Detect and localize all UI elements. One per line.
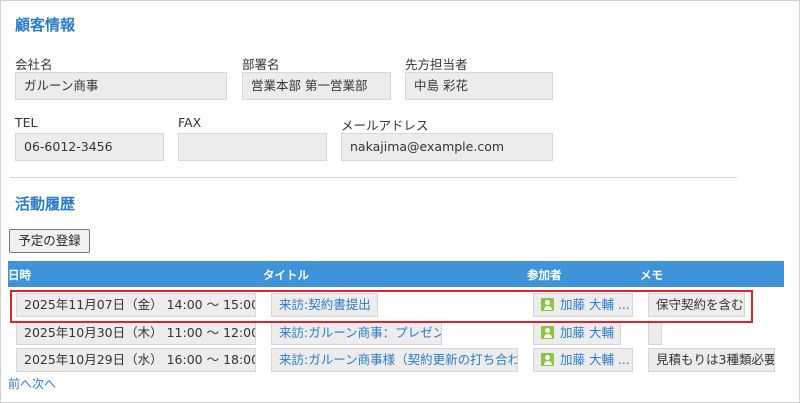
participant-name: 加藤 大輔 (560, 325, 614, 340)
row-datetime: 2025年10月29日（水） 16:00 〜 18:00 (16, 348, 256, 372)
department-label: 部署名 (242, 57, 280, 72)
participant-name: 加藤 大輔 ... (560, 352, 630, 367)
company-field[interactable]: ガルーン商事 (15, 72, 227, 100)
contact-field[interactable]: 中島 彩花 (405, 72, 553, 100)
column-header-memo[interactable]: メモ (640, 261, 663, 289)
row-participant[interactable]: 加藤 大輔 (533, 321, 621, 345)
row-datetime: 2025年10月30日（木） 11:00 〜 12:00 (16, 321, 256, 345)
row-memo (648, 321, 662, 345)
department-field[interactable]: 営業本部 第一営業部 (242, 72, 391, 100)
column-header-datetime[interactable]: 日時 (8, 261, 31, 289)
customer-info-title: 顧客情報 (15, 16, 76, 34)
section-divider (10, 177, 737, 178)
email-label: メールアドレス (341, 118, 429, 133)
contact-label: 先方担当者 (405, 57, 468, 72)
row-title-link[interactable]: 来訪:ガルーン商事様（契約更新の打ち合わ... (271, 348, 518, 372)
company-label: 会社名 (15, 57, 53, 72)
activity-table-header: 日時 タイトル 参加者 メモ (8, 261, 784, 287)
column-header-title[interactable]: タイトル (263, 261, 309, 289)
fax-label: FAX (178, 115, 202, 130)
row-memo: 見積もりは3種類必要 (648, 348, 775, 372)
activity-history-title: 活動履歴 (15, 195, 76, 213)
pager-links[interactable]: 前へ次へ (8, 375, 56, 392)
person-icon (541, 326, 554, 339)
table-row: 2025年10月29日（水） 16:00 〜 18:00 来訪:ガルーン商事様（… (8, 345, 784, 374)
column-header-participants[interactable]: 参加者 (527, 261, 562, 289)
highlight-box (10, 290, 753, 323)
tel-label: TEL (15, 115, 38, 130)
register-schedule-button[interactable]: 予定の登録 (9, 229, 90, 253)
row-title-link[interactable]: 来訪:ガルーン商事：プレゼン (271, 321, 442, 345)
tel-field[interactable]: 06-6012-3456 (15, 133, 164, 161)
email-field[interactable]: nakajima@example.com (341, 133, 553, 161)
fax-field[interactable] (178, 133, 327, 161)
person-icon (541, 353, 554, 366)
row-participant[interactable]: 加藤 大輔 ... (533, 348, 633, 372)
